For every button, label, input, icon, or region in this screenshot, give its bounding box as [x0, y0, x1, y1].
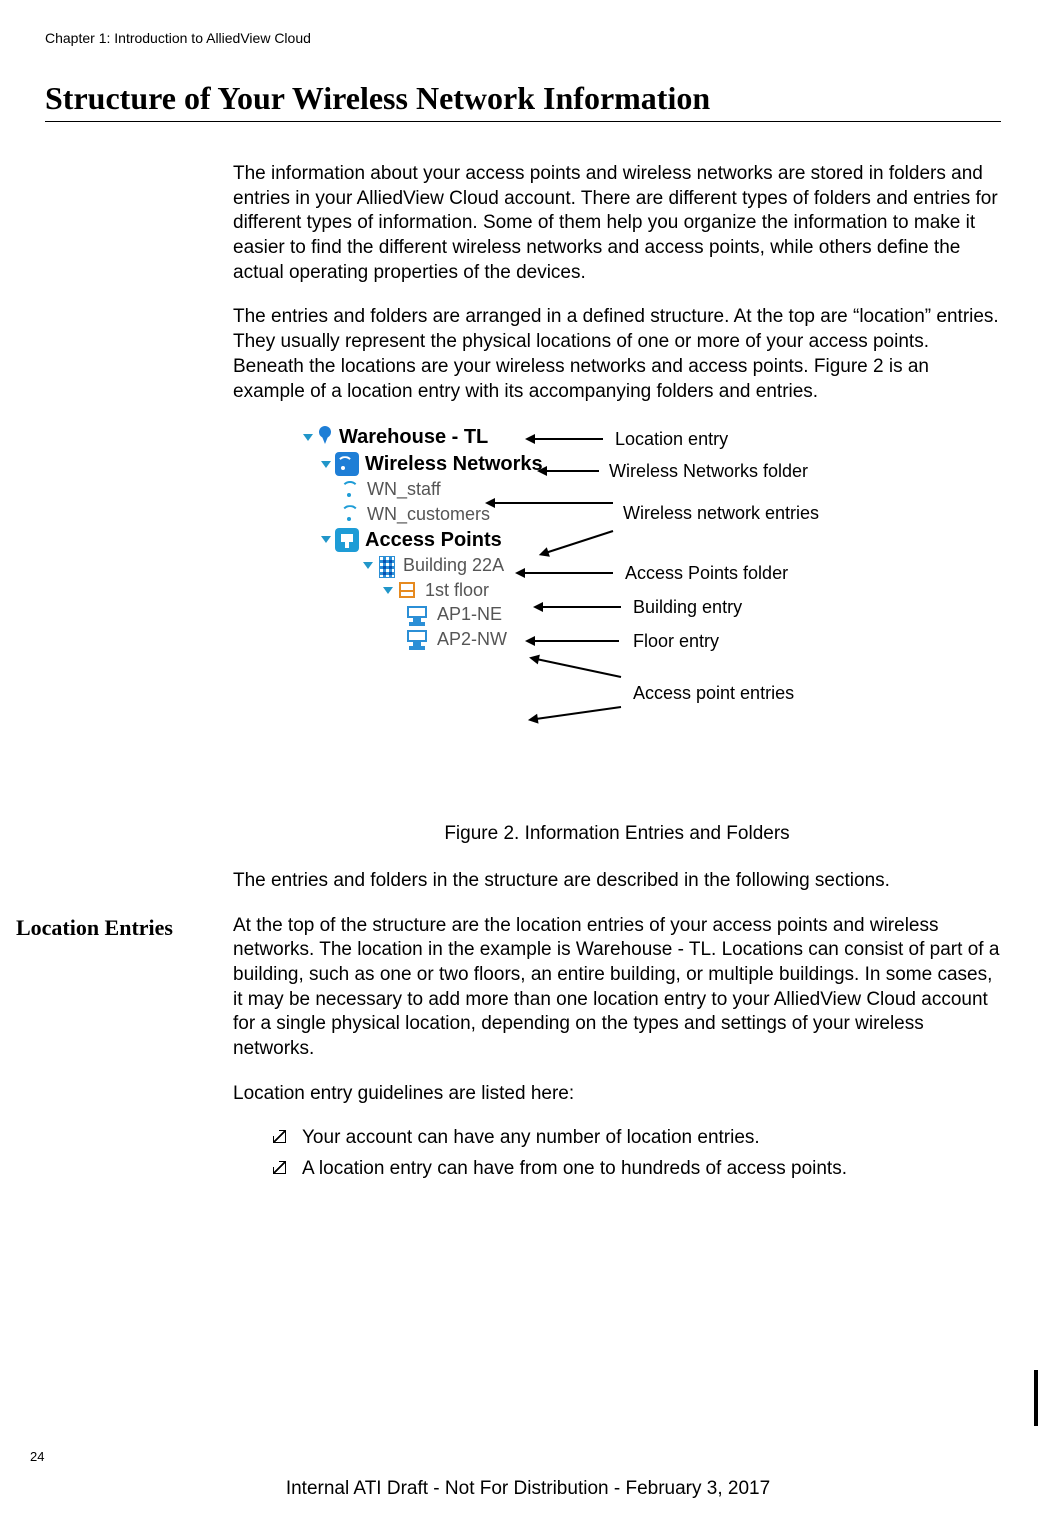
- paragraph-intro-1: The information about your access points…: [233, 162, 1001, 285]
- wifi-folder-icon: [335, 452, 359, 476]
- arrow-icon: [541, 606, 621, 608]
- tree-location-label: Warehouse - TL: [339, 424, 488, 450]
- callout-wireless-folder: Wireless Networks folder: [609, 460, 808, 483]
- figure-caption: Figure 2. Information Entries and Folder…: [233, 822, 1001, 847]
- tree-ap-folder-label: Access Points: [365, 527, 502, 553]
- wifi-icon: [339, 479, 361, 501]
- callout-location: Location entry: [615, 428, 728, 451]
- tree-wireless-folder-row: Wireless Networks: [303, 451, 543, 477]
- arrow-icon: [545, 470, 599, 472]
- tree-ap2-row: AP2-NW: [303, 628, 543, 651]
- arrow-icon: [523, 572, 613, 574]
- tree-building-row: Building 22A: [303, 554, 543, 578]
- paragraph-location-2: Location entry guidelines are listed her…: [233, 1082, 1001, 1107]
- chevron-down-icon: [363, 562, 373, 569]
- chevron-down-icon: [321, 536, 331, 543]
- tree-floor-label: 1st floor: [425, 579, 489, 602]
- arrow-icon: [493, 502, 613, 504]
- arrow-icon: [546, 530, 613, 554]
- paragraph-after-figure: The entries and folders in the structure…: [233, 869, 1001, 894]
- draft-footer: Internal ATI Draft - Not For Distributio…: [0, 1478, 1056, 1500]
- arrow-icon: [533, 640, 619, 642]
- tree-building-label: Building 22A: [403, 554, 504, 577]
- change-bar: [1034, 1370, 1038, 1426]
- page-number: 24: [30, 1449, 44, 1464]
- section-rule: [45, 121, 1001, 122]
- tree-wn2-row: WN_customers: [303, 503, 543, 526]
- checkbox-bullet-icon: [273, 1161, 286, 1174]
- callout-floor: Floor entry: [633, 630, 719, 653]
- running-header: Chapter 1: Introduction to AlliedView Cl…: [45, 30, 1001, 46]
- wifi-icon: [339, 503, 361, 525]
- floor-icon: [397, 580, 419, 602]
- tree-wn1-label: WN_staff: [367, 478, 441, 501]
- paragraph-location-1: At the top of the structure are the loca…: [233, 914, 1001, 1062]
- tree-wn2-label: WN_customers: [367, 503, 490, 526]
- figure-tree: Warehouse - TL Wireless Networks WN_staf…: [303, 424, 1001, 804]
- guideline-text-2: A location entry can have from one to hu…: [302, 1157, 847, 1182]
- chevron-down-icon: [383, 587, 393, 594]
- pin-icon: [317, 424, 333, 450]
- tree-wireless-folder-label: Wireless Networks: [365, 451, 543, 477]
- tree-ap-folder-row: Access Points: [303, 527, 543, 553]
- paragraph-intro-2: The entries and folders are arranged in …: [233, 305, 1001, 404]
- callout-ap-folder: Access Points folder: [625, 562, 788, 585]
- arrow-icon: [536, 706, 621, 720]
- guideline-item: A location entry can have from one to hu…: [273, 1157, 1001, 1182]
- tree-ap1-label: AP1-NE: [437, 603, 502, 626]
- chevron-down-icon: [303, 434, 313, 441]
- tree-wn1-row: WN_staff: [303, 478, 543, 501]
- callout-building: Building entry: [633, 596, 742, 619]
- guideline-item: Your account can have any number of loca…: [273, 1126, 1001, 1151]
- tree-floor-row: 1st floor: [303, 579, 543, 602]
- section-title: Structure of Your Wireless Network Infor…: [45, 80, 1001, 117]
- arrow-icon: [537, 658, 622, 678]
- tree-ap1-row: AP1-NE: [303, 603, 543, 626]
- monitor-icon: [405, 628, 431, 650]
- callout-wn-entries: Wireless network entries: [623, 502, 819, 525]
- side-heading-location: Location Entries: [0, 914, 173, 943]
- guideline-text-1: Your account can have any number of loca…: [302, 1126, 760, 1151]
- access-points-folder-icon: [335, 528, 359, 552]
- building-icon: [377, 554, 397, 578]
- tree-ap2-label: AP2-NW: [437, 628, 507, 651]
- arrow-icon: [533, 438, 603, 440]
- checkbox-bullet-icon: [273, 1130, 286, 1143]
- callout-ap-entries: Access point entries: [633, 682, 794, 705]
- monitor-icon: [405, 604, 431, 626]
- tree-location-row: Warehouse - TL: [303, 424, 543, 450]
- chevron-down-icon: [321, 461, 331, 468]
